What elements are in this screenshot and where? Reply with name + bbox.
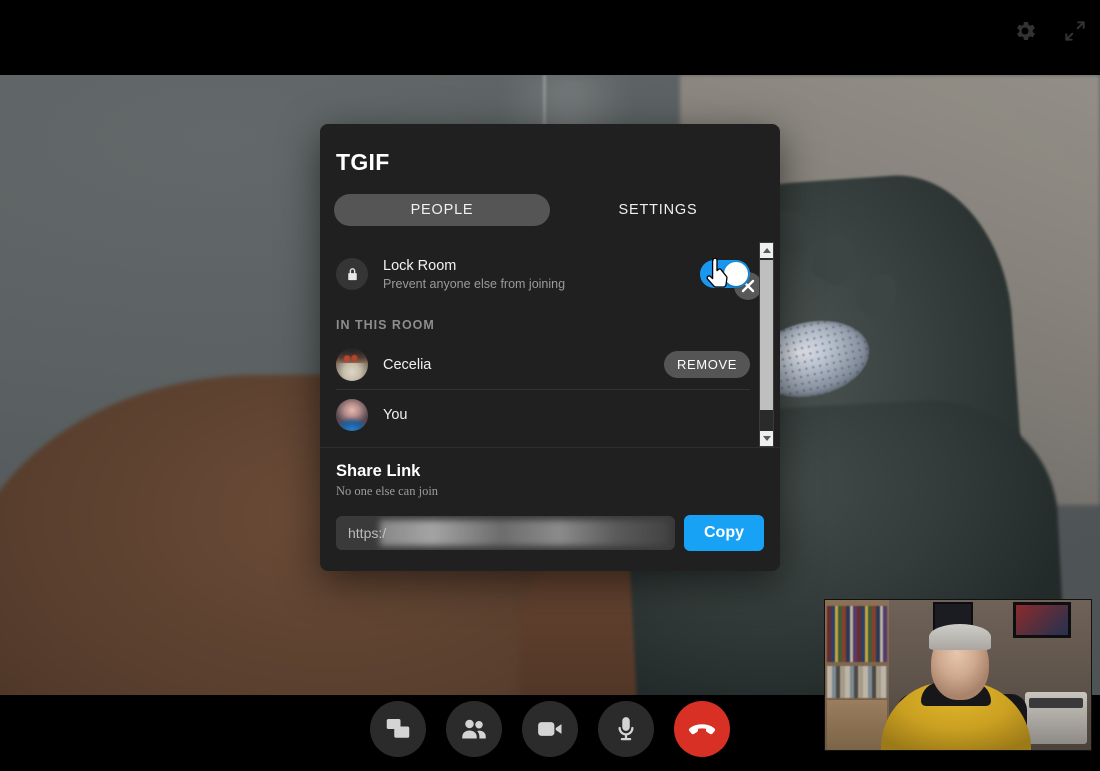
tab-settings[interactable]: SETTINGS	[550, 194, 766, 226]
top-bar	[0, 0, 1100, 75]
screen-share-button[interactable]	[370, 701, 426, 757]
self-view-books	[827, 606, 887, 662]
microphone-button[interactable]	[598, 701, 654, 757]
microphone-icon	[618, 717, 634, 741]
self-view-person-hair	[929, 624, 991, 650]
share-link-title: Share Link	[336, 462, 421, 480]
share-link-redaction	[380, 520, 669, 546]
avatar	[336, 399, 368, 431]
share-link-row: https:/ Copy	[336, 515, 764, 551]
self-view-framed-art	[1013, 602, 1071, 638]
lock-icon	[336, 258, 368, 290]
list-item: You	[336, 390, 750, 440]
lock-room-row: Lock Room Prevent anyone else from joini…	[336, 242, 750, 302]
in-this-room-label: IN THIS ROOM	[336, 318, 435, 332]
participant-name: You	[383, 407, 408, 423]
share-link-input[interactable]: https:/	[336, 516, 675, 550]
share-link-subtitle: No one else can join	[336, 484, 439, 498]
avatar	[336, 348, 368, 381]
screen-share-icon	[386, 719, 410, 738]
list-item: Cecelia REMOVE	[336, 340, 750, 390]
participant-name: Cecelia	[383, 356, 432, 373]
expand-arrows-icon[interactable]	[1062, 18, 1088, 44]
room-settings-modal: TGIF PEOPLE SETTINGS Lock Room Prevent a…	[320, 124, 780, 571]
modal-title: TGIF	[336, 149, 390, 175]
self-view-cabinet	[827, 700, 887, 750]
scroll-down-arrow[interactable]	[760, 431, 773, 446]
video-camera-icon	[538, 722, 562, 736]
lock-room-title: Lock Room	[383, 257, 457, 274]
gear-icon[interactable]	[1012, 18, 1038, 44]
scrollbar[interactable]	[759, 242, 774, 447]
people-button[interactable]	[446, 701, 502, 757]
modal-tabs: PEOPLE SETTINGS	[334, 194, 766, 226]
camera-button[interactable]	[522, 701, 578, 757]
hang-up-button[interactable]	[674, 701, 730, 757]
toggle-knob	[724, 262, 748, 286]
people-scroll-area: Lock Room Prevent anyone else from joini…	[320, 242, 780, 447]
self-view-printer	[1025, 692, 1087, 744]
self-view-books-lower	[827, 666, 887, 698]
lock-room-text: Lock Room Prevent anyone else from joini…	[383, 258, 700, 291]
share-link-section: Share Link No one else can join https:/ …	[320, 447, 780, 571]
lock-room-subtitle: Prevent anyone else from joining	[383, 276, 566, 291]
people-icon	[462, 719, 486, 739]
phone-hangup-icon	[689, 724, 715, 735]
scrollbar-thumb[interactable]	[760, 260, 773, 410]
lock-room-toggle[interactable]	[700, 260, 750, 288]
scroll-up-arrow[interactable]	[760, 243, 773, 258]
tab-people[interactable]: PEOPLE	[334, 194, 550, 226]
remove-button[interactable]: REMOVE	[664, 351, 750, 378]
self-view-video[interactable]	[824, 599, 1092, 751]
video-call-app: TGIF PEOPLE SETTINGS Lock Room Prevent a…	[0, 0, 1100, 771]
copy-button[interactable]: Copy	[684, 515, 764, 551]
